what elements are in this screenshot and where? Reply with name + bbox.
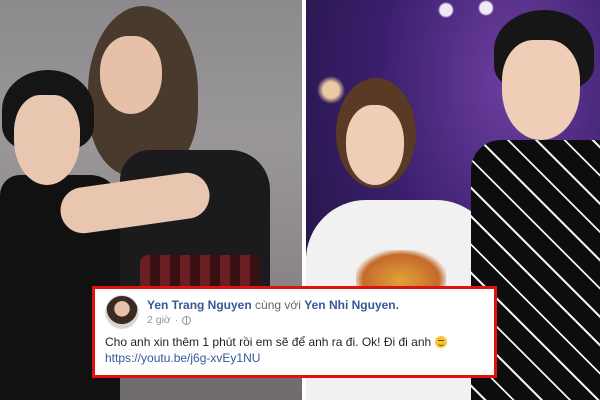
author-name-link[interactable]: Yen Trang Nguyen [147, 298, 252, 312]
smiling-face-emoji-icon [434, 336, 447, 348]
with-text: cùng với [255, 298, 301, 312]
post-message: Cho anh xin thêm 1 phút rồi em sẽ để anh… [105, 335, 484, 349]
left-photo-woman-face [100, 36, 162, 114]
right-photo-man-face [502, 40, 580, 140]
youtube-link[interactable]: https://youtu.be/j6g-xvEy1NU [105, 351, 260, 365]
meta-separator: · [174, 315, 178, 325]
news-image: Yen Trang Nguyen cùng với Yen Nhi Nguyen… [0, 0, 600, 400]
left-photo-man-face [14, 95, 80, 185]
right-photo-woman-face [346, 105, 404, 185]
facebook-post-card: Yen Trang Nguyen cùng với Yen Nhi Nguyen… [92, 286, 497, 378]
post-message-text: Cho anh xin thêm 1 phút rồi em sẽ để anh… [105, 335, 432, 349]
post-meta: 2 giờ · [147, 314, 399, 326]
tagged-user-link[interactable]: Yen Nhi Nguyen. [304, 298, 399, 312]
post-header-text: Yen Trang Nguyen cùng với Yen Nhi Nguyen… [147, 298, 399, 326]
globe-icon [181, 315, 191, 325]
post-header: Yen Trang Nguyen cùng với Yen Nhi Nguyen… [105, 295, 484, 329]
post-timestamp[interactable]: 2 giờ [147, 314, 171, 326]
post-author-line: Yen Trang Nguyen cùng với Yen Nhi Nguyen… [147, 298, 399, 312]
avatar[interactable] [105, 295, 139, 329]
